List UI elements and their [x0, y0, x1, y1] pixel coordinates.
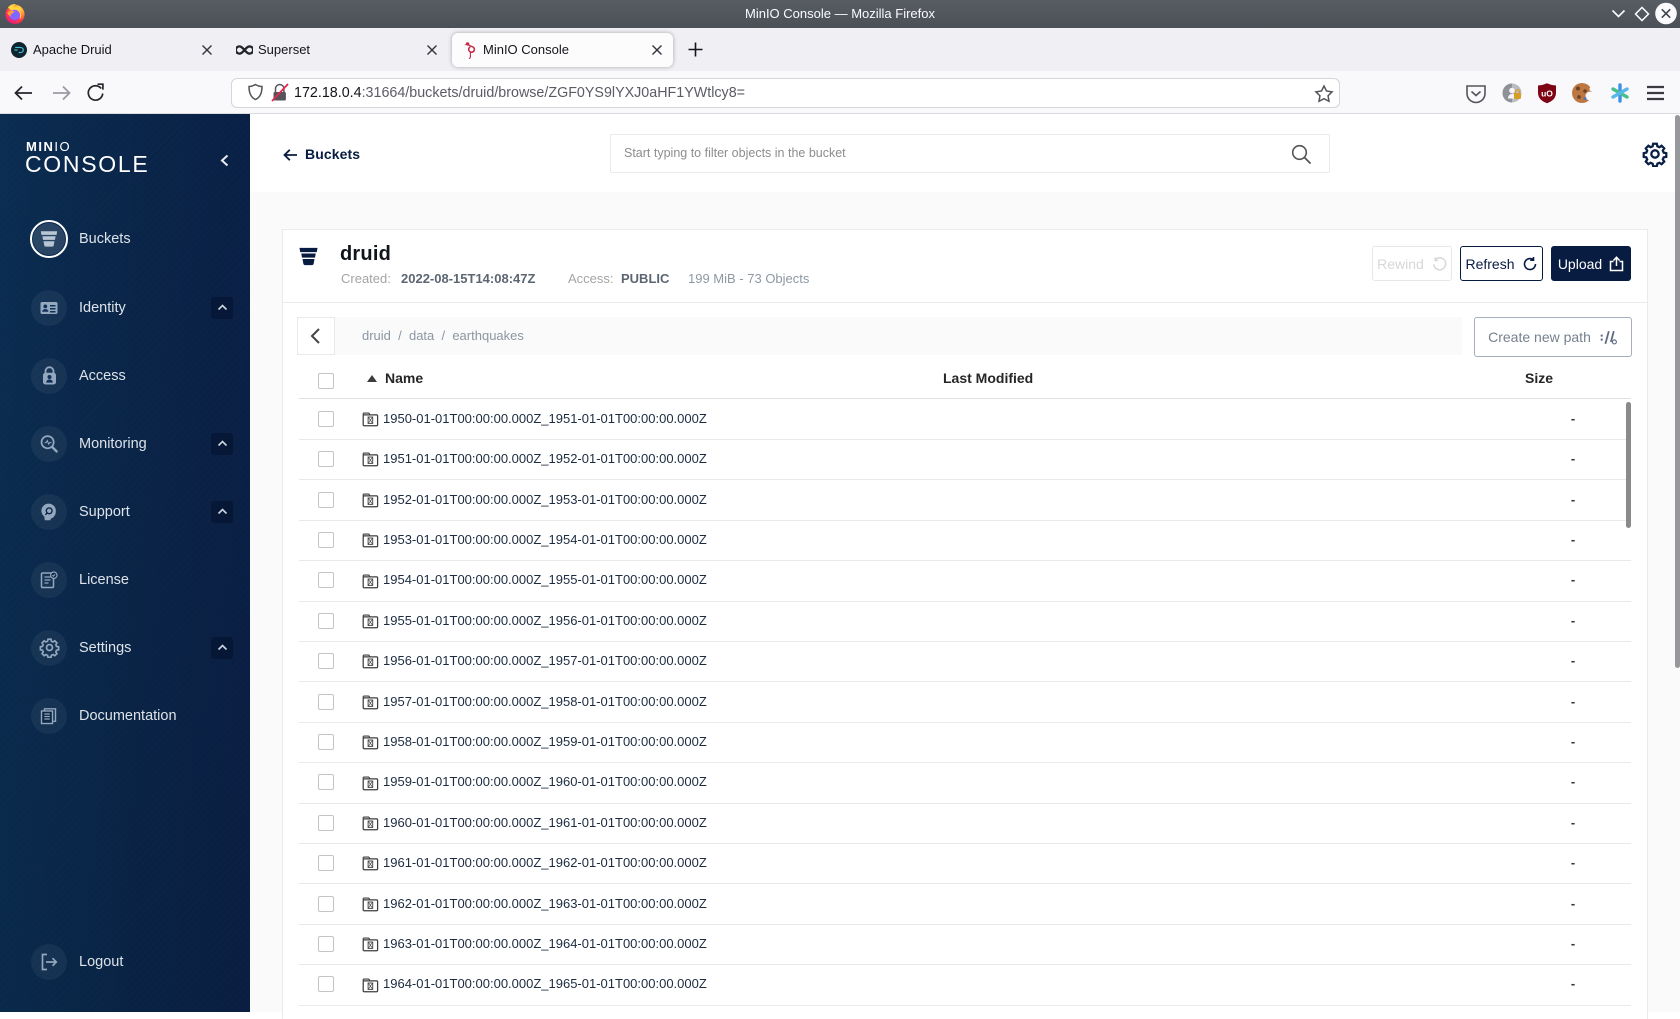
- svg-text:uO: uO: [1541, 89, 1553, 99]
